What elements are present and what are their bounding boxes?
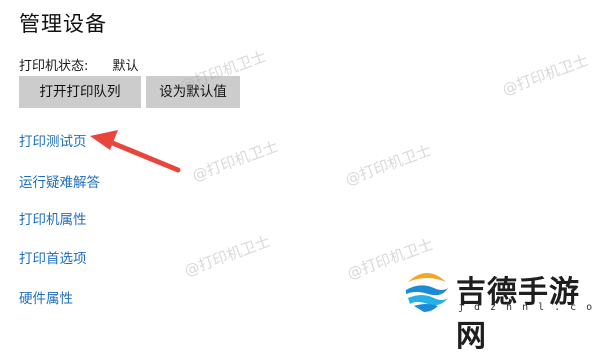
red-arrow-annotation — [90, 130, 181, 173]
printer-status: 打印机状态: 默认 — [19, 55, 139, 74]
logo-wave-icon — [405, 269, 449, 313]
printer-properties-link[interactable]: 打印机属性 — [19, 208, 87, 228]
site-logo: 吉德手游网 jdzhnl.com — [398, 265, 600, 354]
page-title: 管理设备 — [19, 12, 107, 36]
watermark: @打印机卫士 — [189, 137, 281, 185]
status-label: 打印机状态: — [19, 59, 89, 74]
watermark: @打印机卫士 — [181, 232, 273, 280]
status-value: 默认 — [112, 59, 139, 74]
logo-domain: jdzhnl.com — [458, 302, 600, 313]
print-test-page-link[interactable]: 打印测试页 — [19, 130, 87, 150]
printing-preferences-link[interactable]: 打印首选项 — [19, 247, 87, 267]
hardware-properties-link[interactable]: 硬件属性 — [19, 287, 73, 307]
watermark: @打印机卫士 — [342, 141, 434, 189]
watermark: @打印机卫士 — [499, 51, 591, 99]
open-print-queue-button[interactable]: 打开打印队列 — [19, 76, 141, 108]
